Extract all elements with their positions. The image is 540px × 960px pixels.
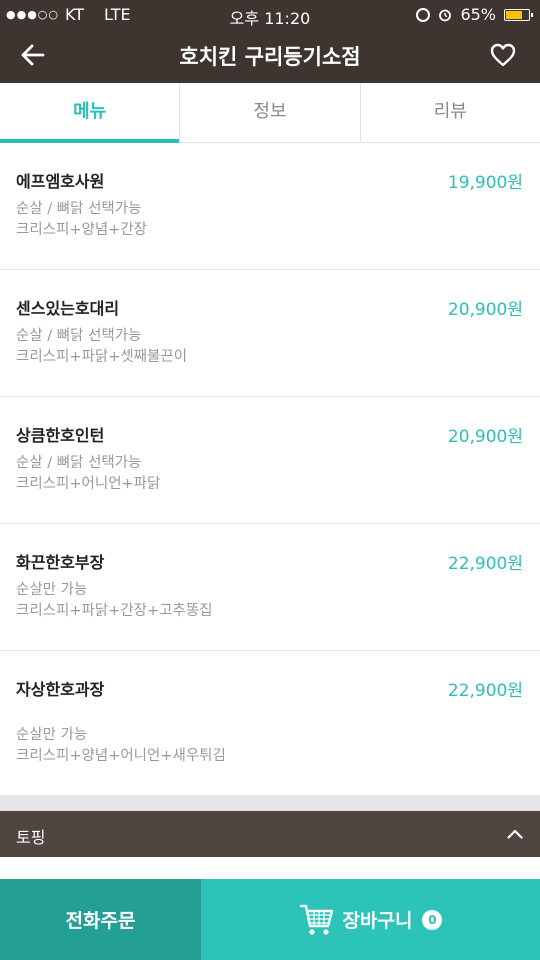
menu-item-composition: 크리스피+파닭+간장+고추똥집 [16,603,213,619]
menu-item-price: 20,900원 [447,427,523,447]
menu-item-name: 상큼한호인턴 [16,426,105,445]
status-right: 65% [416,5,533,24]
menu-item-option: 순살 / 뼈닭 선택가능 [16,201,142,217]
page-title: 호치킨 구리등기소점 [179,45,361,69]
menu-item-name: 에프엠호사원 [16,172,105,191]
menu-item[interactable]: 센스있는호대리 20,900원 순살 / 뼈닭 선택가능 크리스피+파닭+셋째불… [0,270,540,397]
section-divider [0,795,540,811]
battery-fill [506,10,522,19]
menu-item-name: 자상한호과장 [16,680,105,699]
menu-item[interactable]: 화끈한호부장 22,900원 순살만 가능 크리스피+파닭+간장+고추똥집 [0,524,540,651]
menu-item-price: 19,900원 [447,173,523,193]
cart-button[interactable]: 장바구니 0 [201,879,540,960]
menu-item-composition: 크리스피+파닭+셋째불끈이 [16,349,188,365]
favorite-button[interactable] [488,40,518,70]
menu-item-name: 화끈한호부장 [16,553,105,572]
heart-icon [490,43,516,67]
status-bar: ●●●○○ KT LTE 오후 11:20 65% [0,0,540,28]
battery-icon [504,8,533,21]
rotation-lock-icon [416,7,431,22]
phone-order-button[interactable]: 전화주문 [0,879,201,960]
menu-list: 에프엠호사원 19,900원 순살 / 뼈닭 선택가능 크리스피+양념+간장 센… [0,143,540,803]
menu-item[interactable]: 자상한호과장 22,900원 순살만 가능 크리스피+양념+어니언+새우튀김 [0,651,540,803]
menu-item-price: 22,900원 [447,554,523,574]
menu-item-composition: 크리스피+어니언+파닭 [16,476,161,492]
cart-count-badge: 0 [422,909,443,930]
menu-item-option: 순살 / 뼈닭 선택가능 [16,455,142,471]
cart-label: 장바구니 [342,910,413,932]
menu-item-name: 센스있는호대리 [16,299,120,318]
tab-reviews[interactable]: 리뷰 [361,83,540,142]
menu-item-price: 20,900원 [447,300,523,320]
alarm-icon [439,9,452,21]
menu-item[interactable]: 상큼한호인턴 20,900원 순살 / 뼈닭 선택가능 크리스피+어니언+파닭 [0,397,540,524]
tab-info[interactable]: 정보 [180,83,361,142]
menu-item-option: 순살만 가능 [16,727,88,743]
chevron-up-icon[interactable] [504,823,526,845]
menu-item[interactable]: 에프엠호사원 19,900원 순살 / 뼈닭 선택가능 크리스피+양념+간장 [0,143,540,270]
menu-item-composition: 크리스피+양념+어니언+새우튀김 [16,748,226,764]
topping-label: 토핑 [16,828,46,847]
header-bar: 호치킨 구리등기소점 [0,28,540,83]
menu-item-price: 22,900원 [447,681,523,701]
phone-order-label: 전화주문 [65,910,136,932]
tab-bar: 메뉴 정보 리뷰 [0,83,540,143]
menu-item-option: 순살 / 뼈닭 선택가능 [16,328,142,344]
menu-item-option: 순살만 가능 [16,582,88,598]
battery-percent: 65% [460,5,496,24]
menu-item-composition: 크리스피+양념+간장 [16,222,148,238]
shopping-cart-icon [299,904,333,935]
topping-section-header[interactable]: 토핑 [0,811,540,857]
spacer [0,857,540,879]
tab-menu[interactable]: 메뉴 [0,83,181,143]
